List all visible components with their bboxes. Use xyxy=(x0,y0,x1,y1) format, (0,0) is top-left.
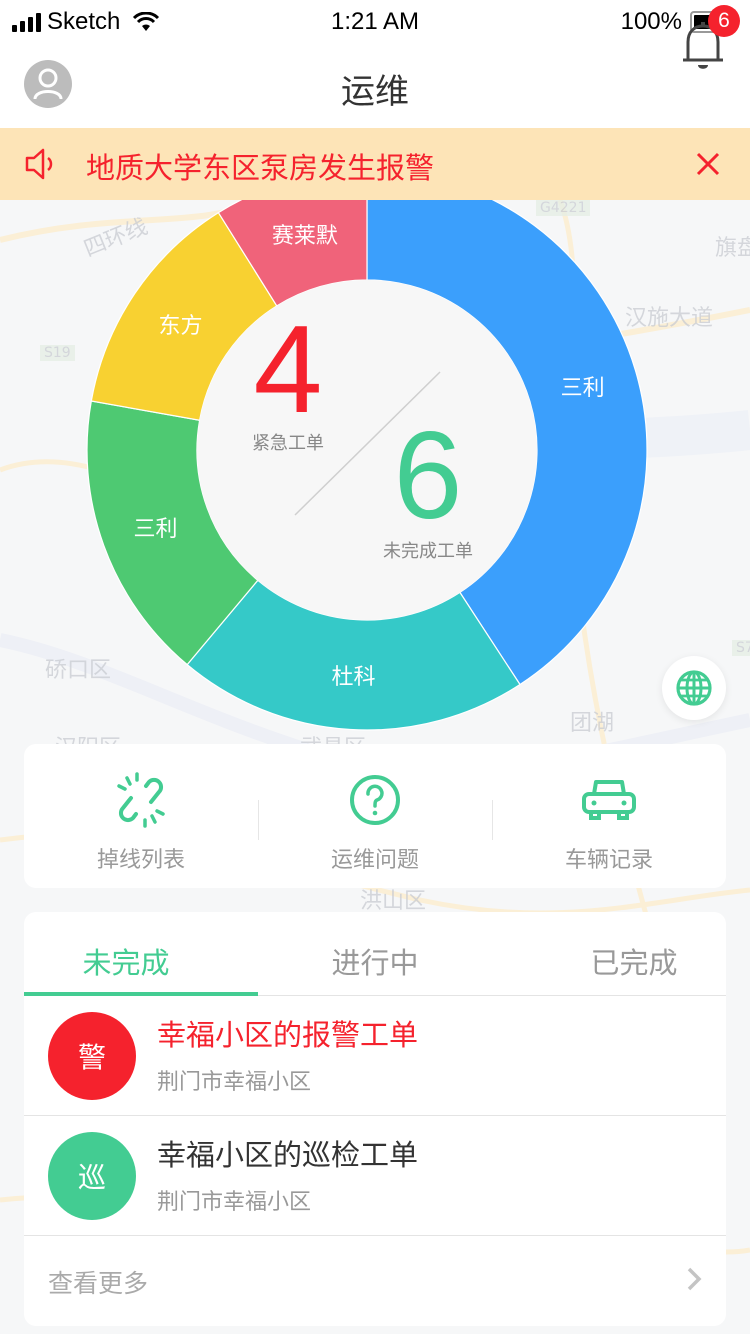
quick-action-label: 车辆记录 xyxy=(564,848,653,873)
task-location: 荆门市幸福小区 xyxy=(157,1070,312,1095)
view-more-label: 查看更多 xyxy=(48,1269,149,1298)
notification-badge: 6 xyxy=(708,5,740,37)
inspection-badge-icon: 巡 xyxy=(48,1132,136,1220)
battery-percent: 100% xyxy=(620,8,682,35)
quick-action-label: 运维问题 xyxy=(330,848,419,873)
tab-in-progress[interactable]: 进行中 xyxy=(258,912,492,995)
alert-banner[interactable]: 地质大学东区泵房发生报警 xyxy=(0,128,750,200)
globe-icon xyxy=(676,670,712,706)
map-toggle-button[interactable] xyxy=(662,656,726,720)
question-circle-icon xyxy=(350,775,400,825)
tab-completed[interactable]: 已完成 xyxy=(492,912,726,995)
quick-action-offline-list[interactable]: 掉线列表 xyxy=(24,744,258,888)
status-bar: Sketch 1:21 AM 100% xyxy=(0,0,750,40)
alarm-badge-icon: 警 xyxy=(48,1012,136,1100)
task-title: 幸福小区的巡检工单 xyxy=(157,1138,419,1172)
quick-action-vehicle-records[interactable]: 车辆记录 xyxy=(492,744,726,888)
speaker-icon xyxy=(25,148,53,180)
urgent-count: 4 xyxy=(253,301,323,439)
task-row-alarm[interactable]: 警 幸福小区的报警工单 荆门市幸福小区 xyxy=(24,996,726,1116)
task-title: 幸福小区的报警工单 xyxy=(157,1018,419,1052)
tab-incomplete[interactable]: 未完成 xyxy=(24,912,258,996)
close-icon[interactable] xyxy=(694,150,722,178)
task-location: 荆门市幸福小区 xyxy=(157,1190,312,1215)
quick-actions-card: 掉线列表 运维问题 车辆记录 xyxy=(24,744,726,888)
task-list-card: 未完成 进行中 已完成 警 幸福小区的报警工单 荆门市幸福小区 巡 幸福小区的巡… xyxy=(24,912,726,1326)
vendor-donut-chart: 三利 杜科 三利 东方 赛莱默 4 紧急工单 6 未完成工单 xyxy=(0,200,750,740)
chevron-right-icon xyxy=(687,1267,702,1291)
task-tabs: 未完成 进行中 已完成 xyxy=(24,912,726,996)
task-row-inspection[interactable]: 巡 幸福小区的巡检工单 荆门市幸福小区 xyxy=(24,1116,726,1236)
quick-action-label: 掉线列表 xyxy=(96,848,185,873)
center-divider xyxy=(294,371,441,516)
car-icon xyxy=(582,780,636,820)
broken-link-icon xyxy=(117,772,165,828)
urgent-label: 紧急工单 xyxy=(252,433,324,454)
incomplete-count: 6 xyxy=(393,407,463,545)
quick-action-ops-issues[interactable]: 运维问题 xyxy=(258,744,492,888)
alert-message: 地质大学东区泵房发生报警 xyxy=(86,151,435,185)
incomplete-label: 未完成工单 xyxy=(383,541,473,562)
view-more-button[interactable]: 查看更多 xyxy=(24,1236,726,1320)
nav-bar: 运维 xyxy=(0,40,750,128)
page-title: 运维 xyxy=(341,72,409,112)
